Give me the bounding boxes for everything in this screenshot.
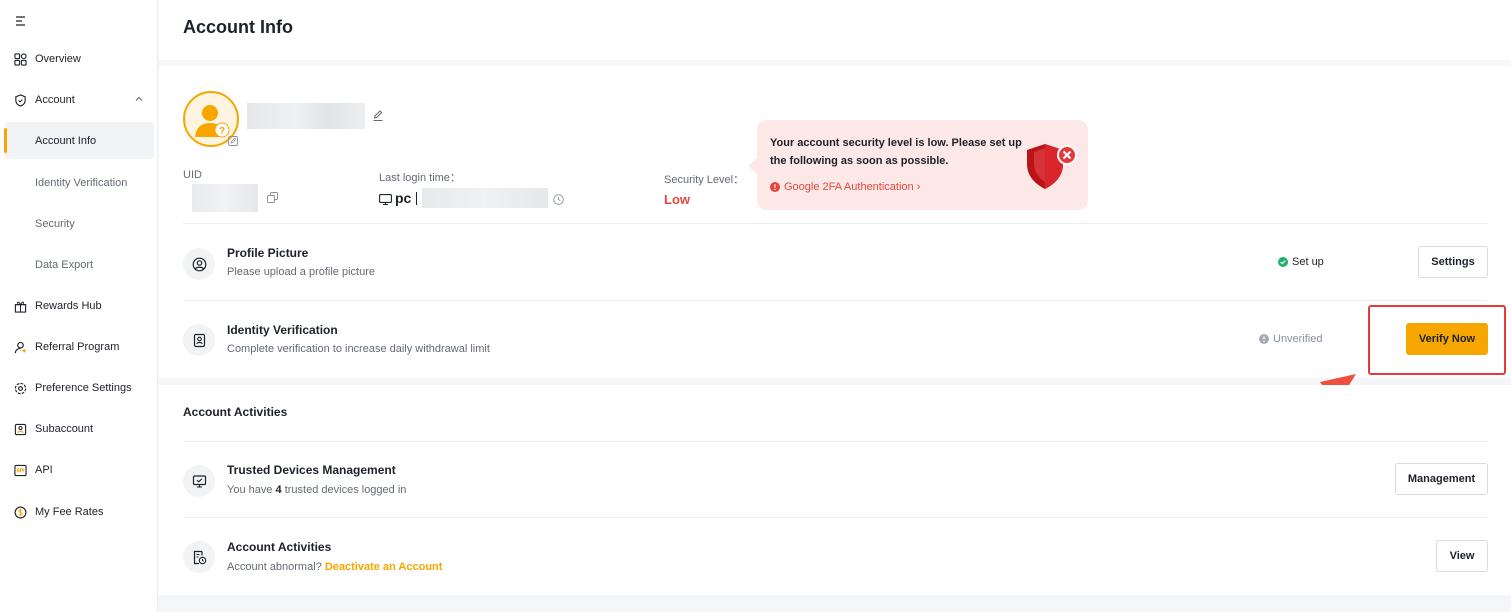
uid-value-redacted	[192, 184, 258, 212]
sidebar-item-label: Account	[35, 94, 75, 106]
google-2fa-link[interactable]: Google 2FA Authentication ›	[770, 181, 920, 193]
user-circle-icon	[192, 257, 206, 271]
identity-verification-title: Identity Verification	[227, 323, 338, 337]
gear-icon	[14, 382, 27, 394]
profile-picture-desc: Please upload a profile picture	[227, 266, 375, 278]
trusted-devices-desc: You have 4 trusted devices logged in	[227, 484, 406, 496]
id-card-icon	[193, 333, 205, 347]
last-login-label: Last login time：	[379, 172, 461, 184]
sidebar-item-referral-program[interactable]: Referral Program	[0, 332, 158, 362]
identity-verification-row-icon	[183, 324, 215, 356]
settings-button[interactable]: Settings	[1418, 246, 1488, 278]
clock-icon[interactable]	[553, 194, 564, 205]
info-circle-icon	[1259, 334, 1269, 344]
device-check-icon	[192, 474, 206, 488]
sidebar-item-rewards-hub[interactable]: Rewards Hub	[0, 291, 158, 321]
divider	[183, 441, 1487, 442]
page-header: Account Info	[159, 0, 1511, 60]
identity-verification-status: Unverified	[1259, 333, 1323, 345]
sidebar-item-label: Account Info	[35, 134, 97, 147]
trusted-devices-title: Trusted Devices Management	[227, 463, 396, 477]
account-activities-title: Account Activities	[227, 540, 332, 554]
trusted-devices-row-icon	[183, 465, 215, 497]
account-activities-row-icon	[183, 541, 215, 573]
highlight-box-annotation	[1368, 305, 1506, 375]
separator	[416, 192, 417, 205]
sidebar-item-label: Subaccount	[35, 423, 94, 435]
sidebar-item-label: My Fee Rates	[35, 506, 104, 518]
shield-alert-icon	[1027, 144, 1077, 189]
menu-icon[interactable]	[14, 13, 34, 33]
identity-verification-desc: Complete verification to increase daily …	[227, 343, 490, 355]
divider	[183, 223, 1487, 224]
svg-text:?: ?	[219, 126, 225, 137]
divider	[183, 517, 1487, 518]
alert-icon	[770, 182, 780, 192]
google-2fa-link-label: Google 2FA Authentication ›	[784, 181, 921, 193]
username-redacted	[247, 103, 365, 129]
sidebar-item-my-fee-rates[interactable]: My Fee Rates	[0, 497, 158, 527]
account-activities-desc: Account abnormal? Deactivate an Account	[227, 561, 442, 573]
monitor-icon	[379, 194, 392, 205]
referral-icon	[14, 341, 27, 353]
profile-picture-row-icon	[183, 248, 215, 280]
view-button[interactable]: View	[1436, 540, 1488, 572]
document-clock-icon	[193, 550, 206, 564]
sidebar-subitem-security[interactable]: Security	[5, 205, 154, 242]
shield-account-icon	[15, 93, 26, 107]
sidebar-item-api[interactable]: API	[0, 455, 158, 485]
security-level-label: Security Level：	[664, 174, 745, 186]
divider	[183, 300, 1487, 301]
profile-picture-status-text: Set up	[1292, 256, 1324, 268]
popover-pointer	[748, 158, 757, 174]
sidebar-item-label: Identity Verification	[35, 176, 128, 189]
section-title: Account Activities	[183, 405, 288, 419]
account-info-card: ? UID Last login time： pc Security Level…	[159, 66, 1511, 378]
deactivate-account-link[interactable]: Deactivate an Account	[325, 561, 443, 573]
sidebar-item-label: Rewards Hub	[35, 300, 102, 312]
sidebar-subitem-data-export[interactable]: Data Export	[5, 246, 154, 283]
edit-name-icon[interactable]	[372, 110, 384, 122]
sidebar-item-label: Overview	[35, 53, 81, 65]
gift-icon	[14, 301, 27, 313]
sidebar-item-preference-settings[interactable]: Preference Settings	[0, 373, 158, 403]
sidebar-subitem-account-info[interactable]: Account Info	[4, 122, 154, 159]
login-time-redacted	[422, 188, 548, 208]
identity-verification-status-text: Unverified	[1273, 333, 1323, 345]
login-device: pc	[395, 190, 412, 206]
api-icon	[14, 464, 27, 476]
sidebar: Overview Account Account Info Identity V…	[0, 0, 158, 612]
sidebar-item-label: Referral Program	[35, 341, 120, 353]
sidebar-item-overview[interactable]: Overview	[0, 44, 158, 74]
sidebar-item-label: Data Export	[35, 258, 94, 271]
sidebar-item-label: API	[35, 464, 53, 476]
management-button[interactable]: Management	[1395, 463, 1488, 495]
security-warning-popover: Your account security level is low. Plea…	[748, 120, 1088, 210]
sidebar-item-label: Preference Settings	[35, 382, 132, 394]
page-title: Account Info	[183, 17, 293, 37]
account-activities-desc-prefix: Account abnormal?	[227, 561, 325, 573]
overview-icon	[14, 52, 27, 66]
profile-picture-status: Set up	[1278, 256, 1324, 268]
profile-picture-title: Profile Picture	[227, 246, 309, 260]
subaccount-icon	[14, 423, 27, 435]
trusted-devices-desc-prefix: You have	[227, 484, 276, 496]
check-circle-icon	[1278, 257, 1288, 267]
trusted-devices-desc-suffix: trusted devices logged in	[281, 484, 407, 496]
security-warning-text: Your account security level is low. Plea…	[770, 137, 1022, 167]
sidebar-subitem-identity-verification[interactable]: Identity Verification	[5, 164, 154, 201]
sidebar-item-label: Security	[35, 217, 75, 230]
avatar-edit-icon[interactable]	[228, 136, 238, 146]
fee-icon	[14, 506, 27, 518]
sidebar-item-account[interactable]: Account	[0, 85, 158, 115]
uid-label: UID	[183, 169, 202, 181]
copy-icon[interactable]	[267, 192, 278, 203]
chevron-up-icon	[135, 96, 143, 101]
sidebar-item-subaccount[interactable]: Subaccount	[0, 414, 158, 444]
account-activities-card: Account Activities Trusted Devices Manag…	[159, 385, 1511, 595]
security-level-value: Low	[664, 192, 690, 207]
